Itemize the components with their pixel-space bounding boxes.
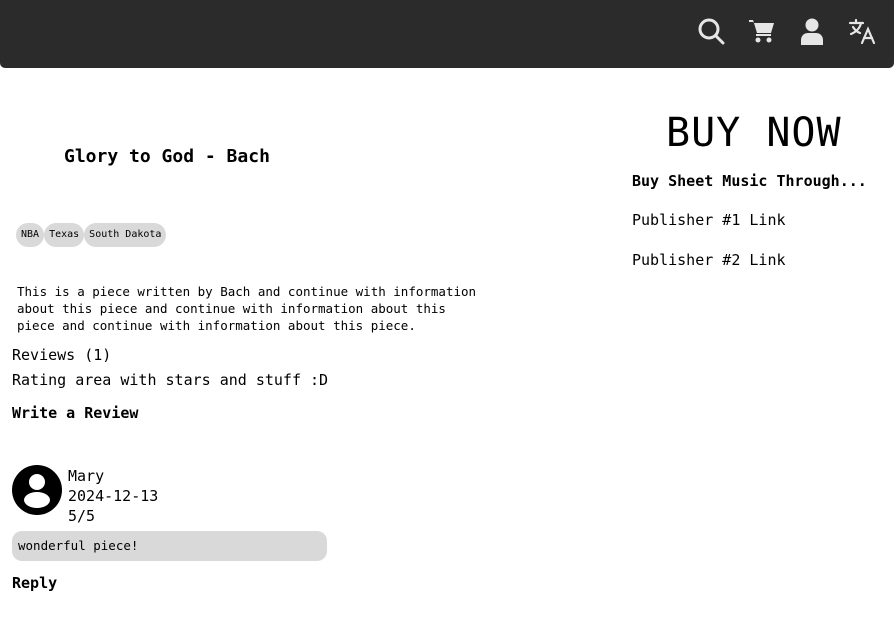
cart-icon[interactable] (748, 17, 776, 45)
tag-chip[interactable]: NBA (16, 223, 45, 247)
review-date: 2024-12-13 (68, 487, 159, 505)
top-nav-bar (0, 0, 894, 68)
review-text: wonderful piece! (12, 531, 327, 561)
review-meta: Mary 2024-12-13 5/5 (68, 466, 158, 526)
piece-description: This is a piece written by Bach and cont… (17, 284, 477, 333)
publisher-link-2[interactable]: Publisher #2 Link (632, 251, 786, 269)
tag-list: NBA Texas South Dakota (16, 223, 167, 247)
piece-title: Glory to God - Bach (64, 146, 270, 167)
buy-now-heading: BUY NOW (666, 110, 842, 156)
rating-area: Rating area with stars and stuff :D (12, 371, 329, 389)
search-icon[interactable] (697, 17, 725, 45)
avatar-icon (12, 465, 62, 515)
reply-button[interactable]: Reply (12, 574, 57, 592)
publisher-link-1[interactable]: Publisher #1 Link (632, 211, 786, 229)
translate-icon[interactable] (848, 17, 876, 45)
buy-through-label: Buy Sheet Music Through... (632, 172, 867, 190)
tag-chip[interactable]: Texas (44, 223, 85, 247)
tag-chip[interactable]: South Dakota (84, 223, 167, 247)
user-icon[interactable] (798, 17, 826, 45)
write-review-button[interactable]: Write a Review (12, 404, 138, 422)
reviews-heading: Reviews (1) (12, 346, 112, 364)
review-author: Mary (68, 467, 105, 485)
review-score: 5/5 (68, 507, 96, 525)
